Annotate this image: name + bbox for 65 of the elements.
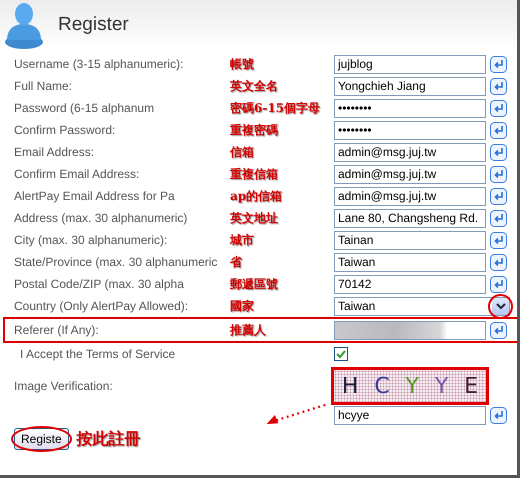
input-field[interactable]: admin@msg.juj.tw (334, 142, 486, 162)
captcha-letter: H (342, 374, 358, 398)
input-field[interactable]: •••••••• (334, 98, 486, 118)
annotation-text: 省 (230, 254, 243, 270)
enter-icon[interactable] (490, 322, 507, 338)
checkbox-label: I Accept the Terms of Service (19, 347, 176, 361)
enter-icon[interactable] (490, 166, 507, 182)
field-label: Confirm Password: (14, 123, 116, 137)
input-field[interactable]: admin@msg.juj.tw (334, 164, 486, 184)
country-dropdown[interactable]: Taiwan (334, 296, 510, 316)
enter-icon[interactable] (490, 276, 507, 292)
field-label: Country (Only AlertPay Allowed): (14, 299, 190, 313)
annotation-text: 郵遞區號 (230, 276, 279, 292)
enter-icon[interactable] (490, 100, 507, 116)
input-field[interactable]: •••••••• (334, 120, 486, 140)
input-field[interactable]: Lane 80, Changsheng Rd. (334, 208, 486, 228)
annotation-text: 信箱 (230, 144, 255, 160)
enter-icon[interactable] (490, 122, 507, 138)
field-label: Password (6-15 alphanum (14, 101, 156, 115)
field-label: Postal Code/ZIP (max. 30 alpha (14, 277, 185, 291)
input-field[interactable]: Yongchieh Jiang (334, 76, 486, 96)
enter-icon[interactable] (490, 232, 507, 248)
enter-icon[interactable] (490, 188, 507, 204)
field-label: AlertPay Email Address for Pa (14, 189, 176, 203)
annotation-text: 英文地址 (230, 210, 279, 226)
annotation-text: 密碼6-15個字母 (230, 100, 322, 116)
enter-icon[interactable] (490, 144, 507, 160)
page-title: Register (58, 14, 129, 36)
enter-icon[interactable] (490, 406, 507, 424)
captcha-letter: E (464, 374, 478, 398)
field-label: Username (3-15 alphanumeric): (14, 57, 184, 71)
input-field[interactable]: jujblog (334, 54, 486, 74)
field-label: Email Address: (14, 145, 96, 159)
checkbox[interactable] (334, 347, 348, 361)
blurred-field[interactable] (334, 320, 486, 340)
chevron-down-icon[interactable] (496, 302, 506, 310)
annotation-text: 按此註冊 (76, 428, 141, 450)
input-field[interactable]: Tainan (334, 230, 486, 250)
enter-icon[interactable] (490, 210, 507, 226)
annotation-text: 帳號 (230, 56, 255, 72)
input-field[interactable]: 70142 (334, 274, 486, 294)
field-label: Referer (If Any): (14, 323, 100, 337)
enter-icon[interactable] (490, 78, 507, 94)
enter-icon[interactable] (490, 56, 507, 72)
field-label: Full Name: (14, 79, 74, 93)
field-label: City (max. 30 alphanumeric): (14, 233, 168, 247)
captcha-letter: C (374, 374, 390, 398)
input-field[interactable]: Taiwan (334, 252, 486, 272)
annotation-text: 英文全名 (230, 78, 279, 94)
field-label: Confirm Email Address: (14, 167, 140, 181)
user-icon (4, 0, 44, 50)
annotation-text: 重複信箱 (230, 166, 279, 182)
annotation-text: ap的信箱 (230, 188, 284, 204)
annotation-text: 推薦人 (230, 322, 267, 338)
field-label: State/Province (max. 30 alphanumeric (14, 255, 218, 269)
annotation-text: 城市 (230, 232, 255, 248)
captcha-letter: Y (406, 374, 419, 398)
field-label: Image Verification: (14, 379, 114, 393)
annotation-text: 重複密碼 (230, 122, 279, 138)
enter-icon[interactable] (490, 254, 507, 270)
register-button[interactable]: Registe (14, 428, 69, 450)
input-field[interactable]: admin@msg.juj.tw (334, 186, 486, 206)
field-label: Address (max. 30 alphanumeric) (14, 211, 188, 225)
annotation-text: 國家 (230, 298, 255, 314)
input-field[interactable]: hcyye (334, 406, 486, 424)
